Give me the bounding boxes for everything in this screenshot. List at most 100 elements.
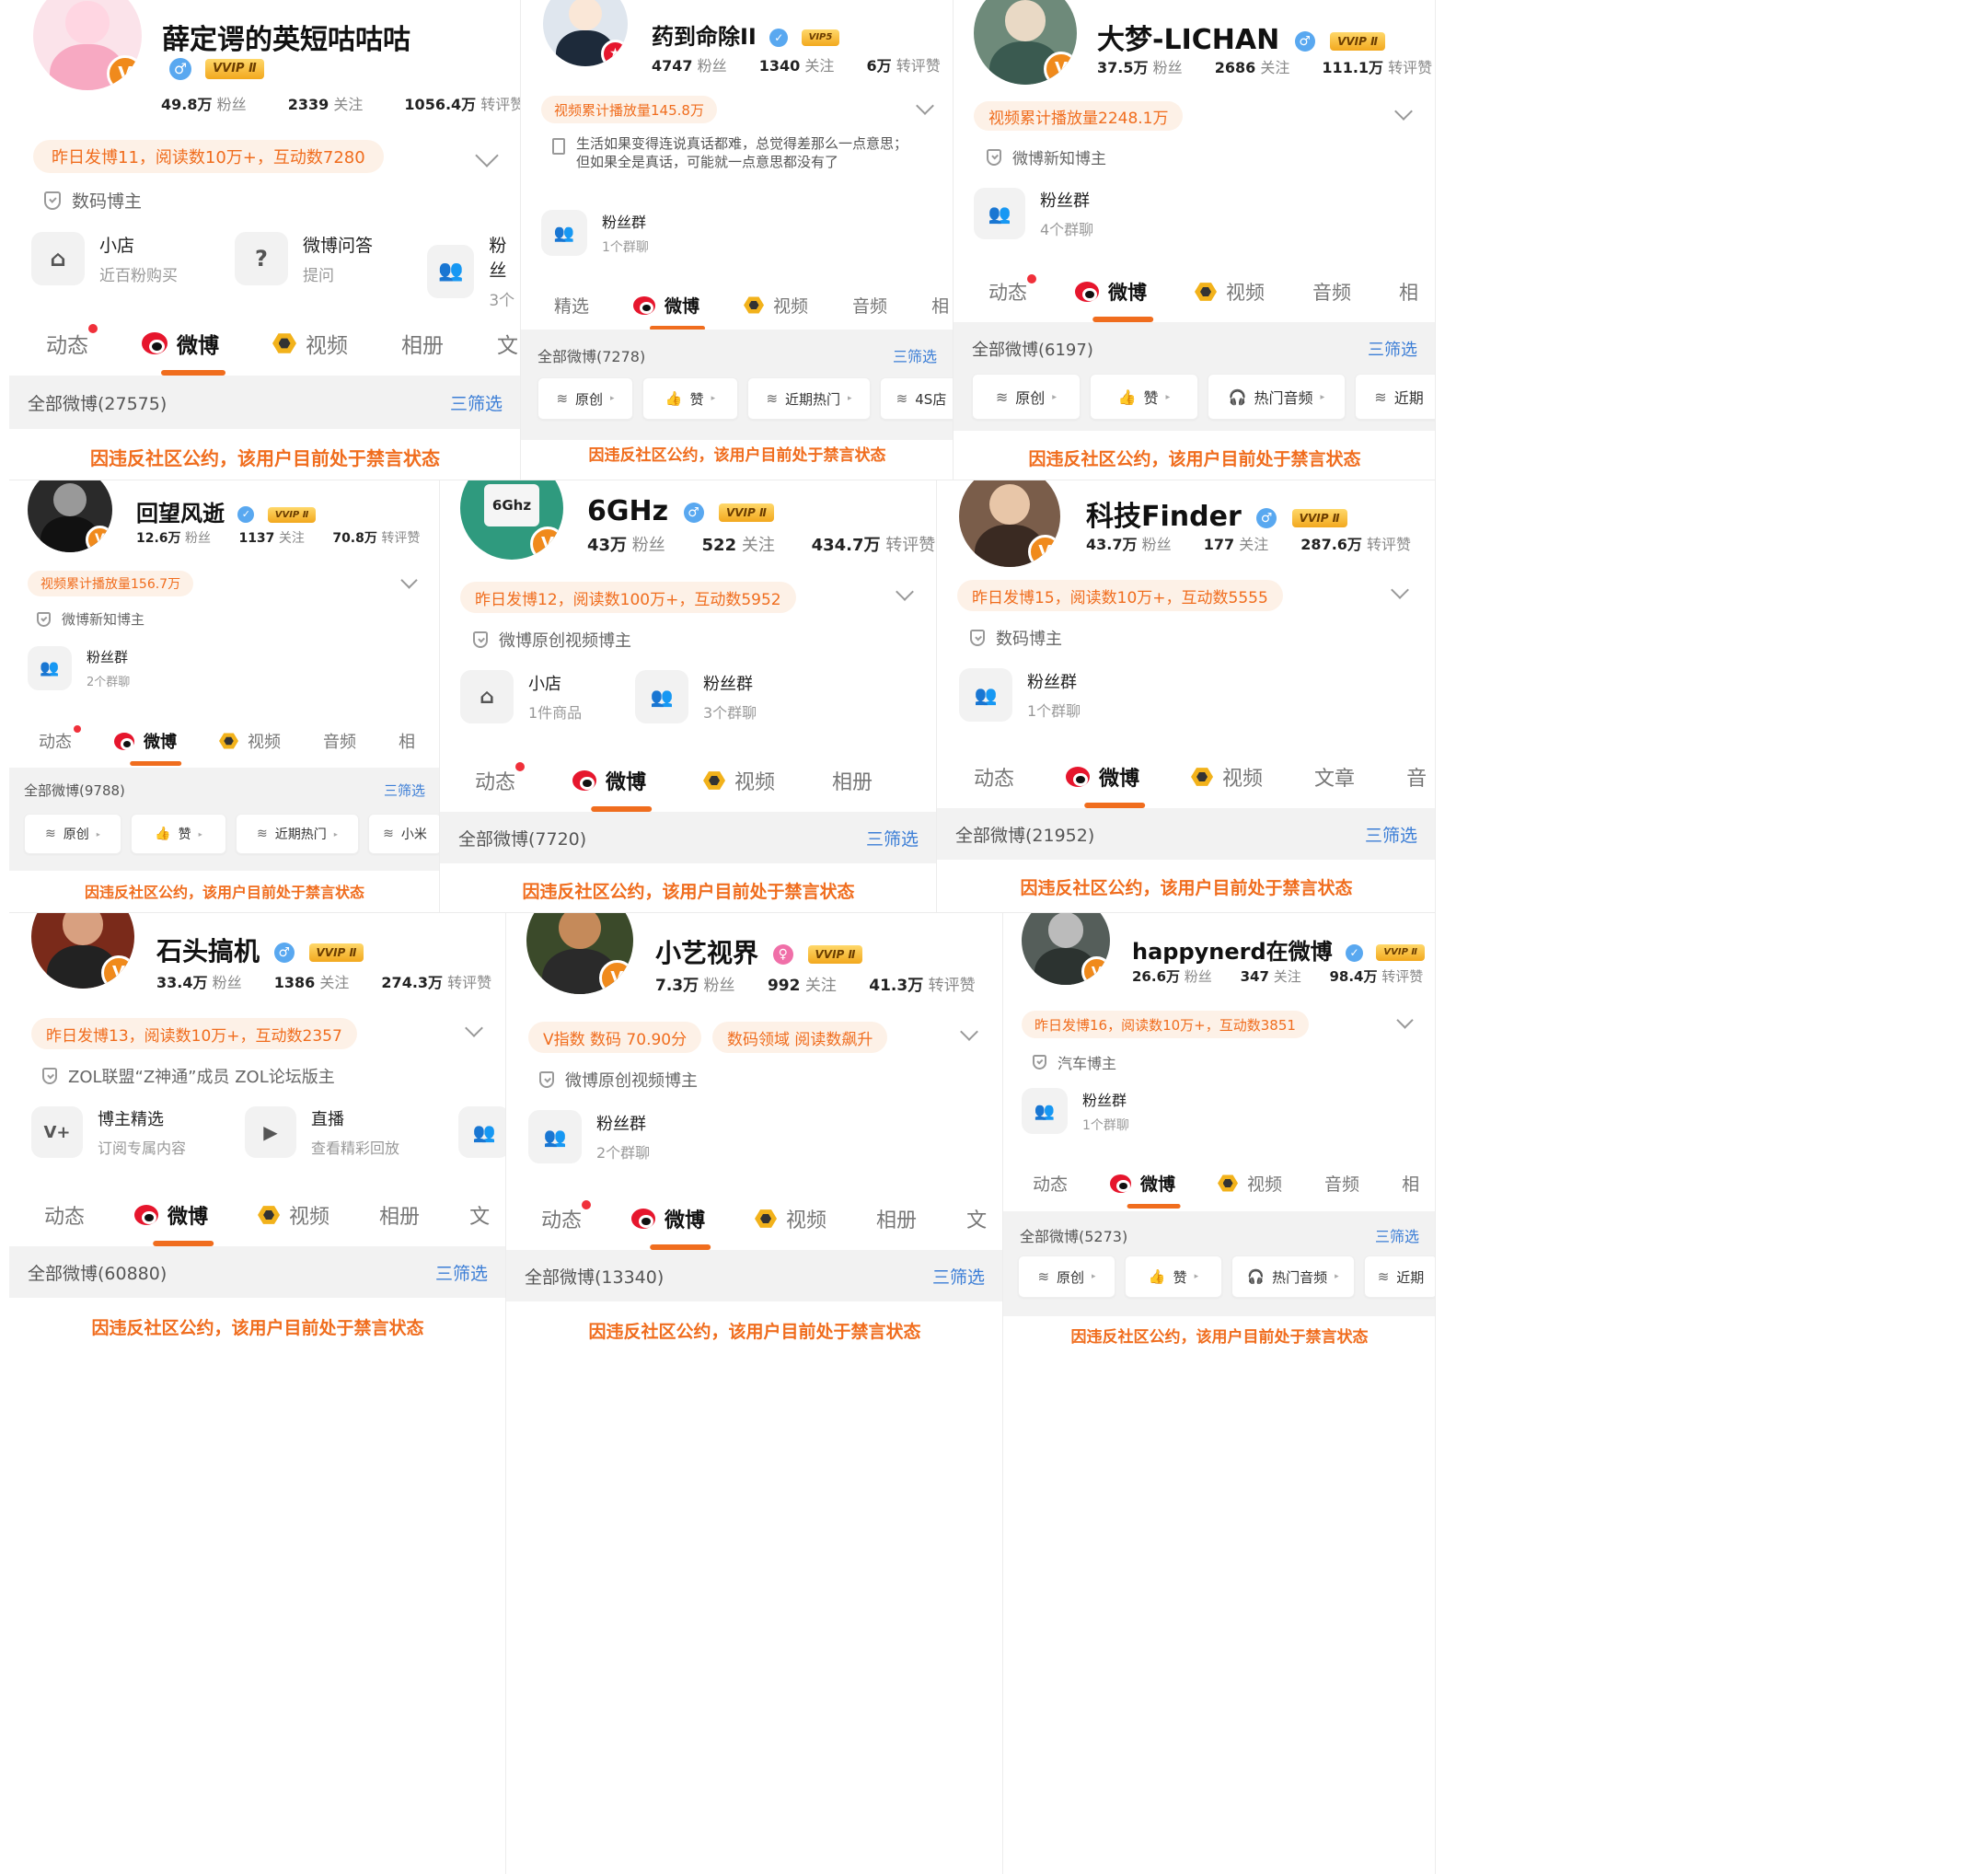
filter-recent[interactable]: ≋ 近期 bbox=[1355, 374, 1435, 420]
tab-video[interactable]: 视频 bbox=[755, 1204, 826, 1233]
filter-hot[interactable]: ≋ 近期热门 ▸ bbox=[747, 377, 871, 420]
filter-button[interactable]: 三筛选 bbox=[384, 781, 425, 800]
tab-video[interactable]: 视频 bbox=[703, 766, 775, 795]
filter-custom[interactable]: ≋ 小米 bbox=[368, 814, 439, 854]
filter-original[interactable]: ≋ 原创 ▸ bbox=[24, 814, 121, 854]
filter-button[interactable]: 三筛选 bbox=[1365, 822, 1417, 847]
fan-group-tile[interactable]: 👥 粉丝群 1个群聊 bbox=[541, 210, 649, 256]
activity-pill[interactable]: 视频累计播放量156.7万 bbox=[28, 571, 194, 596]
chevron-down-icon[interactable] bbox=[475, 144, 499, 168]
avatar[interactable]: 6Ghz V bbox=[460, 480, 563, 560]
avatar[interactable]: V bbox=[959, 480, 1060, 567]
fans-count[interactable]: 33.4万 bbox=[156, 974, 207, 991]
tab-audio[interactable]: 音频 bbox=[1324, 1171, 1359, 1196]
vip-badge[interactable]: VIP5 bbox=[801, 29, 840, 46]
vip-badge[interactable]: VVIP Ⅱ bbox=[807, 945, 863, 964]
fan-group-tile[interactable]: 👥 粉丝群 1个群聊 bbox=[959, 668, 1081, 722]
activity-pill[interactable]: 视频累计播放量2248.1万 bbox=[974, 101, 1184, 131]
fan-group-tile[interactable]: 👥 粉丝群 3个群聊 bbox=[635, 670, 757, 723]
filter-liked[interactable]: 👍 赞 ▸ bbox=[642, 377, 738, 420]
filter-button[interactable]: 三筛选 bbox=[932, 1264, 985, 1289]
tab-dynamic[interactable]: 动态 bbox=[39, 725, 81, 753]
tab-video[interactable]: 视频 bbox=[1191, 762, 1263, 792]
tab-album[interactable]: 相册 bbox=[401, 328, 444, 359]
tab-weibo[interactable]: 微博 bbox=[134, 1200, 214, 1246]
filter-custom[interactable]: ≋ 4S店 bbox=[880, 377, 953, 420]
follow-count[interactable]: 347 bbox=[1241, 968, 1269, 985]
tab-dynamic[interactable]: 动态 bbox=[988, 274, 1036, 306]
tab-video[interactable]: 视频 bbox=[1218, 1171, 1282, 1196]
activity-pill[interactable]: 视频累计播放量145.8万 bbox=[541, 96, 717, 123]
follow-count[interactable]: 2339 bbox=[288, 96, 329, 113]
avatar[interactable]: V bbox=[31, 913, 134, 989]
activity-pill[interactable]: 昨日发博13，阅读数10万+，互动数2357 bbox=[31, 1018, 357, 1049]
activity-pill[interactable]: 昨日发博12，阅读数100万+，互动数5952 bbox=[460, 582, 796, 613]
tab-dynamic[interactable]: 动态 bbox=[44, 1200, 85, 1230]
activity-pill[interactable]: 昨日发博15，阅读数10万+，互动数5555 bbox=[957, 580, 1283, 611]
filter-liked[interactable]: 👍 赞 ▸ bbox=[1090, 374, 1198, 420]
vip-badge[interactable]: VVIP Ⅱ bbox=[1291, 508, 1347, 527]
chevron-down-icon[interactable] bbox=[1396, 1012, 1414, 1029]
tab-dynamic[interactable]: 动态 bbox=[541, 1200, 592, 1233]
tab-dynamic[interactable]: 动态 bbox=[46, 324, 98, 359]
filter-hot[interactable]: ≋ 近期热门 ▸ bbox=[236, 814, 359, 854]
avatar[interactable]: V bbox=[28, 480, 112, 552]
tab-audio[interactable]: 音频 bbox=[852, 293, 887, 318]
avatar[interactable]: ★ bbox=[543, 0, 628, 66]
tab-video[interactable]: 视频 bbox=[744, 293, 808, 318]
filter-button[interactable]: 三筛选 bbox=[1375, 1224, 1419, 1246]
chevron-down-icon[interactable] bbox=[916, 97, 934, 115]
live-tile[interactable]: ▶ 直播 查看精彩回放 bbox=[245, 1106, 399, 1158]
chevron-down-icon[interactable] bbox=[400, 572, 418, 589]
tab-album[interactable]: 相册 bbox=[379, 1200, 420, 1230]
filter-liked[interactable]: 👍 赞 ▸ bbox=[1125, 1255, 1222, 1298]
tab-weibo[interactable]: 微博 bbox=[1110, 1171, 1181, 1209]
tab-weibo[interactable]: 微博 bbox=[1075, 278, 1154, 322]
filter-button[interactable]: 三筛选 bbox=[866, 826, 919, 850]
fan-group-tile[interactable]: 👥 粉丝群 2个群聊 bbox=[528, 1110, 650, 1163]
fans-count[interactable]: 4747 bbox=[652, 57, 693, 75]
fans-count[interactable]: 12.6万 bbox=[136, 531, 181, 546]
tab-article[interactable]: 文章 bbox=[1314, 762, 1355, 792]
follow-count[interactable]: 992 bbox=[768, 977, 801, 995]
filter-hot-audio[interactable]: 🎧 热门音频 ▸ bbox=[1208, 374, 1346, 420]
filter-original[interactable]: ≋ 原创 ▸ bbox=[1018, 1255, 1115, 1298]
tab-album[interactable]: 相册 bbox=[876, 1204, 917, 1233]
vip-badge[interactable]: VVIP Ⅱ bbox=[718, 503, 774, 522]
fan-group-tile[interactable]: 👥 粉丝群 4个群聊 bbox=[974, 188, 1093, 239]
tab-featured[interactable]: 精选 bbox=[554, 293, 589, 318]
fans-count[interactable]: 43万 bbox=[587, 536, 627, 555]
shop-tile[interactable]: ⌂ 小店 近百粉购买 bbox=[31, 232, 178, 285]
follow-count[interactable]: 522 bbox=[702, 536, 737, 555]
tab-weibo[interactable]: 微博 bbox=[142, 328, 225, 376]
tab-dynamic[interactable]: 动态 bbox=[974, 762, 1014, 792]
chevron-down-icon[interactable] bbox=[1394, 102, 1413, 121]
filter-button[interactable]: 三筛选 bbox=[1368, 337, 1417, 361]
tab-video[interactable]: 视频 bbox=[258, 1200, 329, 1230]
tab-dynamic[interactable]: 动态 bbox=[1033, 1171, 1068, 1196]
tab-video[interactable]: 视频 bbox=[1195, 278, 1265, 306]
filter-hot-audio[interactable]: 🎧 热门音频 ▸ bbox=[1231, 1255, 1355, 1298]
tab-video[interactable]: 视频 bbox=[219, 729, 281, 753]
filter-liked[interactable]: 👍 赞 ▸ bbox=[131, 814, 226, 854]
tab-album[interactable]: 相 bbox=[1399, 278, 1418, 306]
fan-group-tile[interactable]: 👥 粉丝 3个 bbox=[427, 232, 520, 310]
filter-button[interactable]: 三筛选 bbox=[893, 344, 937, 366]
fan-group-tile[interactable]: 👥 粉丝群 2个群聊 bbox=[28, 646, 130, 690]
tab-album[interactable]: 相 bbox=[931, 293, 949, 318]
avatar[interactable]: V bbox=[1022, 913, 1110, 985]
tab-audio[interactable]: 音频 bbox=[323, 729, 356, 753]
filter-original[interactable]: ≋ 原创 ▸ bbox=[537, 377, 633, 420]
fans-count[interactable]: 26.6万 bbox=[1132, 968, 1180, 985]
follow-count[interactable]: 1386 bbox=[274, 974, 316, 991]
tab-album[interactable]: 相 bbox=[399, 729, 415, 753]
filter-original[interactable]: ≋ 原创 ▸ bbox=[972, 374, 1081, 420]
filter-recent[interactable]: ≋ 近期 bbox=[1364, 1255, 1435, 1298]
tab-dynamic[interactable]: 动态 bbox=[475, 762, 526, 795]
follow-count[interactable]: 1340 bbox=[759, 57, 801, 75]
filter-button[interactable]: 三筛选 bbox=[435, 1260, 488, 1285]
vip-badge[interactable]: VVIP Ⅱ bbox=[308, 943, 364, 962]
chevron-down-icon[interactable] bbox=[1391, 581, 1409, 599]
v-index-pill[interactable]: V指数 数码 70.90分 bbox=[528, 1022, 702, 1053]
fans-count[interactable]: 49.8万 bbox=[161, 96, 212, 113]
